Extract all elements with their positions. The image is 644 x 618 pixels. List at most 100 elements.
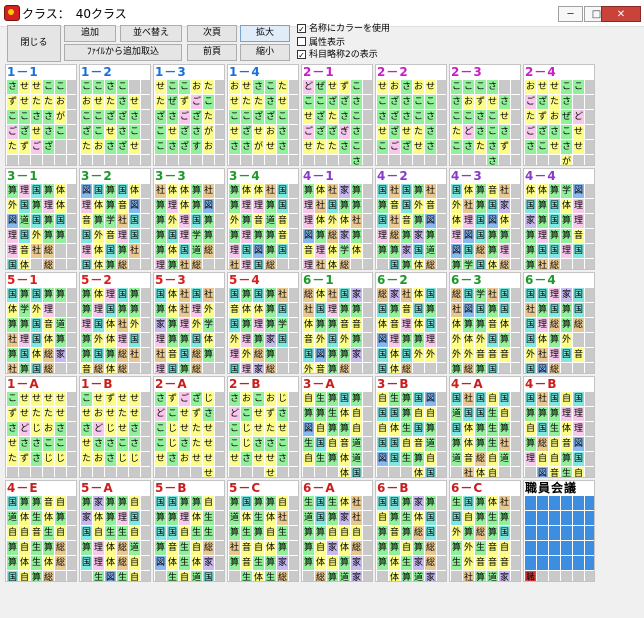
period-cell[interactable]: ざ xyxy=(327,125,338,139)
period-cell[interactable] xyxy=(141,363,150,373)
period-cell[interactable] xyxy=(437,556,446,570)
period-cell[interactable] xyxy=(141,95,150,109)
period-cell[interactable]: 自 xyxy=(179,571,190,581)
period-cell[interactable]: 理 xyxy=(155,259,166,269)
period-cell[interactable] xyxy=(55,244,66,258)
period-cell[interactable] xyxy=(215,556,224,570)
period-cell[interactable] xyxy=(7,467,18,477)
period-cell[interactable]: 理 xyxy=(179,318,190,332)
period-cell[interactable]: 国 xyxy=(179,348,190,362)
period-cell[interactable] xyxy=(67,95,76,109)
period-cell[interactable]: た xyxy=(203,80,214,94)
period-cell[interactable]: 理 xyxy=(7,244,18,258)
period-cell[interactable] xyxy=(141,556,150,570)
period-cell[interactable]: 算 xyxy=(425,229,436,243)
period-cell[interactable]: 図 xyxy=(487,214,498,228)
period-cell[interactable]: 自 xyxy=(351,422,362,436)
period-cell[interactable]: さ xyxy=(351,125,362,139)
period-cell[interactable]: じ xyxy=(105,422,116,436)
period-cell[interactable]: 生 xyxy=(401,511,412,525)
period-cell[interactable]: 国 xyxy=(19,348,30,362)
period-cell[interactable]: 社 xyxy=(31,244,42,258)
period-cell[interactable]: 国 xyxy=(229,363,240,373)
period-cell[interactable]: 家 xyxy=(413,496,424,510)
period-cell[interactable] xyxy=(475,155,486,165)
period-cell[interactable] xyxy=(303,571,314,581)
period-cell[interactable] xyxy=(215,422,224,436)
period-cell[interactable]: じ xyxy=(43,452,54,466)
period-cell[interactable] xyxy=(203,259,214,269)
period-cell[interactable]: 家 xyxy=(339,511,350,525)
period-cell[interactable]: ず xyxy=(167,392,178,406)
period-cell[interactable]: 理 xyxy=(81,244,92,258)
period-cell[interactable]: じ xyxy=(167,437,178,451)
period-cell[interactable]: 家 xyxy=(351,571,362,581)
period-cell[interactable]: さ xyxy=(277,125,288,139)
period-cell[interactable]: 算 xyxy=(155,229,166,243)
period-cell[interactable]: 理 xyxy=(179,229,190,243)
checkbox-color-names[interactable]: ✓ xyxy=(297,24,306,34)
period-cell[interactable]: こ xyxy=(377,140,388,154)
period-cell[interactable]: 総 xyxy=(203,541,214,555)
period-cell[interactable] xyxy=(511,363,520,373)
class-panel[interactable]: 6－2 総家社体国国算音国算体音理体国図理算算理国体国外外国体総 xyxy=(375,272,447,374)
period-cell[interactable]: 算 xyxy=(525,229,536,243)
period-cell[interactable]: さ xyxy=(401,80,412,94)
period-cell[interactable] xyxy=(437,348,446,362)
period-cell[interactable]: 体 xyxy=(43,556,54,570)
period-cell[interactable]: 外 xyxy=(463,348,474,362)
period-cell[interactable]: こ xyxy=(463,110,474,124)
period-cell[interactable]: さ xyxy=(277,140,288,154)
period-cell[interactable]: せ xyxy=(303,140,314,154)
period-cell[interactable] xyxy=(253,467,264,477)
period-cell[interactable]: た xyxy=(253,95,264,109)
period-cell[interactable]: 自 xyxy=(55,496,66,510)
period-cell[interactable]: 算 xyxy=(19,363,30,373)
period-cell[interactable]: ご xyxy=(179,392,190,406)
period-cell[interactable] xyxy=(215,184,224,198)
period-cell[interactable]: 算 xyxy=(463,318,474,332)
period-cell[interactable]: ず xyxy=(179,95,190,109)
period-cell[interactable]: 音 xyxy=(487,348,498,362)
period-cell[interactable] xyxy=(437,363,446,373)
period-cell[interactable]: こ xyxy=(155,140,166,154)
period-cell[interactable]: 国 xyxy=(167,526,178,540)
period-cell[interactable]: 生 xyxy=(315,452,326,466)
period-cell[interactable]: 体 xyxy=(129,184,140,198)
period-cell[interactable] xyxy=(437,140,446,154)
period-cell[interactable]: 算 xyxy=(179,363,190,373)
period-cell[interactable]: 体 xyxy=(351,244,362,258)
period-cell[interactable]: 総 xyxy=(277,571,288,581)
class-panel[interactable]: 4－A 国社国自国道国国生自国体算生算算体算生社道音総自道社体自 xyxy=(449,376,521,478)
period-cell[interactable] xyxy=(289,184,298,198)
period-cell[interactable] xyxy=(289,541,298,555)
staff-cell[interactable] xyxy=(585,571,594,581)
period-cell[interactable] xyxy=(363,229,372,243)
period-cell[interactable]: さ xyxy=(167,452,178,466)
period-cell[interactable]: 自 xyxy=(377,392,388,406)
period-cell[interactable] xyxy=(141,259,150,269)
period-cell[interactable]: 生 xyxy=(31,511,42,525)
period-cell[interactable]: 体 xyxy=(7,303,18,317)
period-cell[interactable] xyxy=(129,259,140,269)
period-cell[interactable]: 国 xyxy=(425,288,436,302)
period-cell[interactable]: 算 xyxy=(43,541,54,555)
period-cell[interactable]: 図 xyxy=(537,363,548,373)
period-cell[interactable]: ど xyxy=(463,125,474,139)
period-cell[interactable]: 算 xyxy=(401,526,412,540)
period-cell[interactable] xyxy=(203,363,214,373)
class-panel[interactable]: 6－B 国国算家算自算生体国算音算総国算算自算総算体生家総体算道家 xyxy=(375,480,447,582)
period-cell[interactable]: 算 xyxy=(499,229,510,243)
period-cell[interactable]: 国 xyxy=(537,244,548,258)
prev-page-button[interactable]: 前頁 xyxy=(187,44,237,61)
period-cell[interactable]: 算 xyxy=(179,496,190,510)
period-cell[interactable]: 算 xyxy=(351,184,362,198)
period-cell[interactable] xyxy=(561,259,572,269)
period-cell[interactable]: ざ xyxy=(315,125,326,139)
period-cell[interactable]: 自 xyxy=(303,452,314,466)
period-cell[interactable]: 国 xyxy=(253,259,264,269)
period-cell[interactable] xyxy=(363,496,372,510)
period-cell[interactable]: 算 xyxy=(203,214,214,228)
period-cell[interactable] xyxy=(141,526,150,540)
period-cell[interactable]: 学 xyxy=(105,214,116,228)
